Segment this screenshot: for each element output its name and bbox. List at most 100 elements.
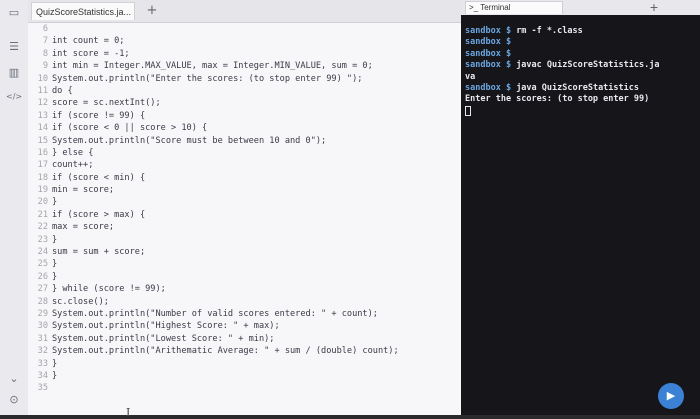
code-line[interactable]: 24 sum = sum + score;	[28, 246, 461, 258]
code-lines[interactable]: 6 7 int count = 0; 8 int score = -1; 9 int min…	[28, 23, 461, 395]
line-number: 18	[37, 172, 48, 183]
settings-icon[interactable]: ⊙	[6, 393, 22, 407]
line-number: 14	[37, 123, 48, 134]
code-text: if (score < min) {	[52, 172, 146, 183]
terminal-output[interactable]: sandbox $ rm -f *.class sandbox $ sandbox…	[465, 26, 697, 117]
files-icon[interactable]: ▭	[6, 6, 22, 20]
code-line[interactable]: 17 count++;	[28, 159, 461, 171]
line-number: 27	[37, 284, 48, 295]
tab-terminal[interactable]: >_ Terminal	[465, 1, 563, 14]
line-number: 28	[37, 296, 48, 307]
code-text: count++;	[52, 160, 94, 171]
code-line[interactable]: 31 System.out.println("Lowest Score: " + …	[28, 333, 461, 345]
line-number: 35	[37, 383, 48, 394]
line-number: 7	[42, 36, 48, 47]
line-number: 32	[37, 346, 48, 357]
code-line[interactable]: 23}	[28, 234, 461, 246]
code-text: System.out.println("Lowest Score: " + mi…	[52, 333, 275, 344]
line-number: 29	[37, 308, 48, 319]
code-line[interactable]: 27 } while (score != 99);	[28, 283, 461, 295]
code-line[interactable]: 35	[28, 382, 461, 394]
line-number: 34	[37, 370, 48, 381]
code-line[interactable]: 29 System.out.println("Number of valid sc…	[28, 308, 461, 320]
code-line[interactable]: 11 do {	[28, 85, 461, 97]
code-line[interactable]: 21 if (score > max) {	[28, 209, 461, 221]
code-text: } while (score != 99);	[52, 284, 166, 295]
code-text: sum = sum + score;	[52, 247, 146, 258]
code-text: }	[52, 370, 58, 381]
code-text: if (score < 0 || score > 10) {	[52, 123, 208, 134]
code-line[interactable]: 9 int min = Integer.MAX_VALUE, max = Inte…	[28, 60, 461, 72]
add-tab-button[interactable]: +	[144, 2, 160, 20]
line-number: 11	[37, 85, 48, 96]
activity-bar: ▭ ☰ ▥ </> ⌄ ⊙	[0, 0, 29, 415]
play-icon[interactable]: ▶	[658, 383, 684, 409]
line-number: 31	[37, 333, 48, 344]
code-line[interactable]: 20}	[28, 196, 461, 208]
code-line[interactable]: 7 int count = 0;	[28, 35, 461, 47]
code-line[interactable]: 22 max = score;	[28, 221, 461, 233]
line-number: 21	[37, 209, 48, 220]
code-text: int min = Integer.MAX_VALUE, max = Integ…	[52, 61, 373, 72]
line-number: 8	[42, 48, 48, 59]
line-number: 33	[37, 358, 48, 369]
code-text: min = score;	[52, 185, 115, 196]
code-text: sc.close();	[52, 296, 109, 307]
terminal-command: rm -f *.class	[516, 26, 583, 36]
code-line[interactable]: 16} else {	[28, 147, 461, 159]
add-terminal-button[interactable]: +	[647, 0, 661, 15]
terminal-line: sandbox $ java QuizScoreStatistics	[465, 83, 697, 94]
line-number: 6	[42, 24, 48, 34]
code-line[interactable]: 8 int score = -1;	[28, 48, 461, 60]
code-line[interactable]: 14 if (score < 0 || score > 10) {	[28, 122, 461, 134]
code-text: int score = -1;	[52, 48, 130, 59]
line-number: 9	[42, 61, 48, 72]
code-line[interactable]: 30 System.out.println("Highest Score: " +…	[28, 320, 461, 332]
chart-icon[interactable]: ▥	[6, 66, 22, 80]
terminal-cursor	[465, 105, 471, 116]
line-number: 13	[37, 110, 48, 121]
terminal-icon: >_	[469, 3, 479, 12]
code-line[interactable]: 19 min = score;	[28, 184, 461, 196]
code-text: System.out.println("Number of valid scor…	[52, 308, 378, 319]
line-number: 23	[37, 234, 48, 245]
code-line[interactable]: 33}	[28, 358, 461, 370]
code-line[interactable]: 26}	[28, 271, 461, 283]
line-number: 15	[37, 135, 48, 146]
line-number: 22	[37, 222, 48, 233]
code-line[interactable]: 12 score = sc.nextInt();	[28, 97, 461, 109]
line-number: 30	[37, 321, 48, 332]
terminal-input-line[interactable]	[465, 105, 697, 117]
code-line[interactable]: 28 sc.close();	[28, 296, 461, 308]
code-icon[interactable]: </>	[6, 90, 22, 104]
chevron-down-icon[interactable]: ⌄	[6, 372, 22, 386]
line-number: 24	[37, 247, 48, 258]
terminal-line: va	[465, 72, 697, 83]
code-line[interactable]: 15 System.out.println("Score must be betw…	[28, 135, 461, 147]
code-line[interactable]: 6	[28, 23, 461, 35]
line-number: 16	[37, 147, 48, 158]
code-line[interactable]: 18 if (score < min) {	[28, 172, 461, 184]
code-text: System.out.println("Highest Score: " + m…	[52, 321, 280, 332]
terminal-line: sandbox $ javac QuizScoreStatistics.ja	[465, 60, 697, 71]
code-line[interactable]: 25}	[28, 258, 461, 270]
code-text: System.out.println("Enter the scores: (t…	[52, 73, 363, 84]
tab-quizscorestatistics[interactable]: QuizScoreStatistics.ja...	[31, 2, 135, 20]
code-line[interactable]: 10 System.out.println("Enter the scores: …	[28, 73, 461, 85]
terminal-line: Enter the scores: (to stop enter 99)	[465, 94, 697, 105]
line-number: 19	[37, 185, 48, 196]
terminal-panel[interactable]: >_ Terminal + sandbox $ rm -f *.class san…	[461, 0, 700, 415]
list-icon[interactable]: ☰	[6, 40, 22, 54]
editor-tab-bar: QuizScoreStatistics.ja... +	[28, 0, 461, 23]
code-editor[interactable]: QuizScoreStatistics.ja... + 6 7 int count …	[28, 0, 461, 419]
line-number: 20	[37, 197, 48, 208]
code-text: System.out.println("Arithematic Average:…	[52, 346, 399, 357]
terminal-line: sandbox $	[465, 49, 697, 60]
code-line[interactable]: 32 System.out.println("Arithematic Averag…	[28, 345, 461, 357]
code-line[interactable]: 13 if (score != 99) {	[28, 110, 461, 122]
code-line[interactable]: 34}	[28, 370, 461, 382]
code-text: int count = 0;	[52, 36, 125, 47]
line-number: 10	[37, 73, 48, 84]
line-number: 26	[37, 271, 48, 282]
code-text: }	[52, 358, 58, 369]
